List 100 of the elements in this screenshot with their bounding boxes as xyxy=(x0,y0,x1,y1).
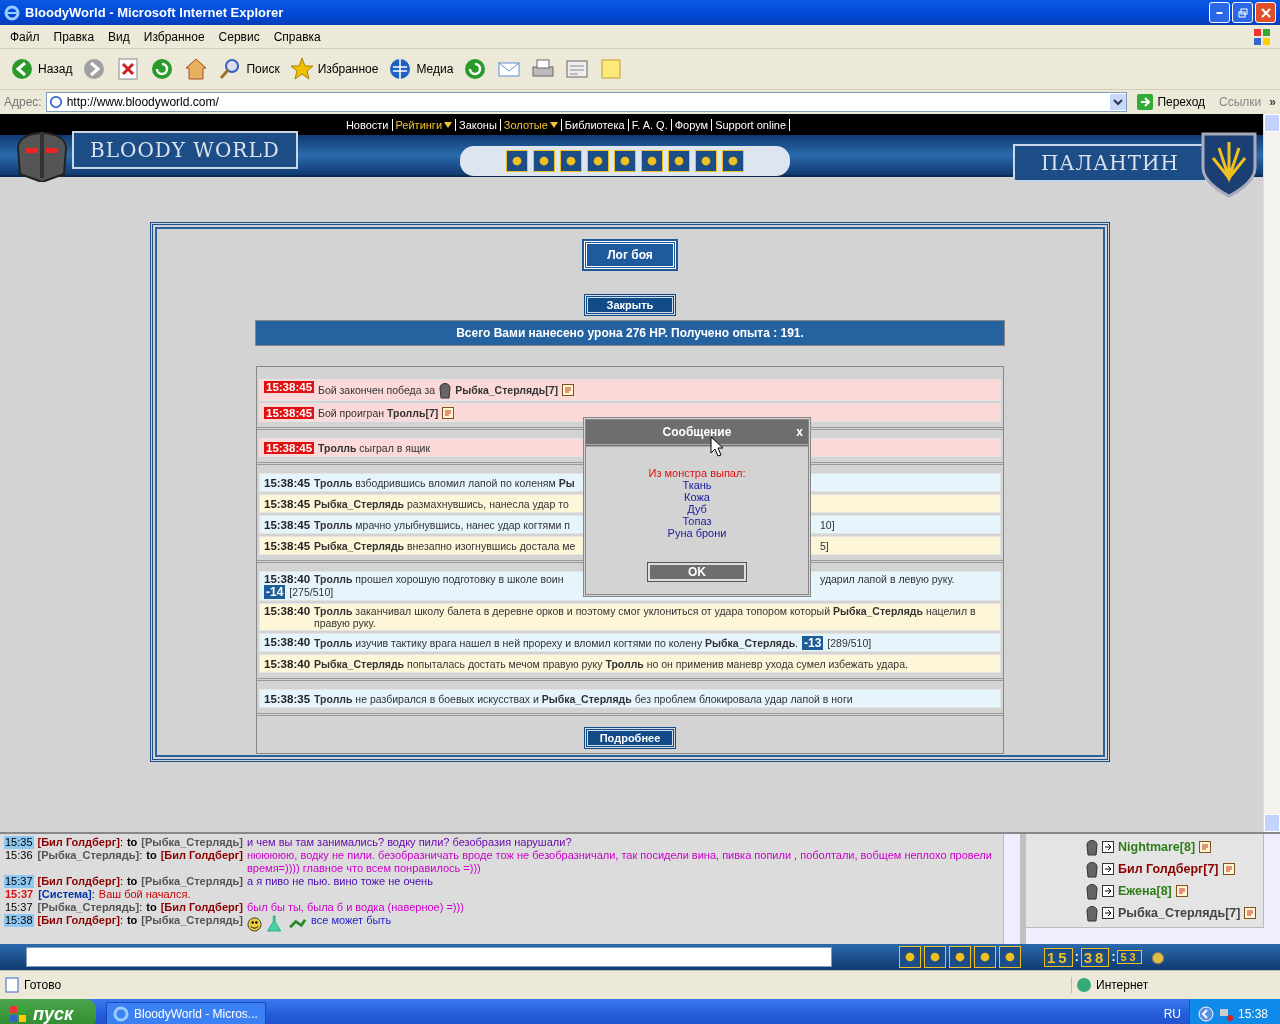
site-nav-link[interactable]: Законы xyxy=(456,118,501,131)
info-scroll-icon[interactable] xyxy=(1199,841,1212,853)
minimize-button[interactable] xyxy=(1209,2,1230,23)
loot-item: Топаз xyxy=(682,515,712,527)
chat-time: 15:37 xyxy=(4,875,34,888)
chat-recipient[interactable]: [Бил Голдберг] xyxy=(160,901,243,914)
online-scrollbar[interactable] xyxy=(1263,834,1280,944)
private-message-icon[interactable] xyxy=(1102,863,1114,875)
log-text: Тролль не разбирался в боевых искусствах и Рыбка_Стерлядь без проблем блокировала удар лапой в ноги xyxy=(314,692,853,705)
network-icon[interactable] xyxy=(1217,1006,1234,1022)
close-icon xyxy=(1260,7,1271,18)
chevron-icon[interactable] xyxy=(1197,1006,1214,1022)
helmet-avatar-icon xyxy=(439,381,452,399)
chat-time: 15:38 xyxy=(4,914,34,927)
site-nav-link[interactable]: Золотые xyxy=(500,118,562,131)
chat-sender[interactable]: [Бил Голдберг] xyxy=(37,836,120,849)
info-scroll-icon[interactable] xyxy=(442,406,455,419)
log-time: 15:38:45 xyxy=(264,406,315,419)
chat-text: а я пиво не пью. вино тоже не очень xyxy=(247,875,434,888)
chat-sender[interactable]: [Бил Голдберг] xyxy=(37,875,120,888)
site-nav-link[interactable]: Форум xyxy=(671,118,713,131)
online-user-name[interactable]: Ежена[8] xyxy=(1118,884,1172,898)
media-button[interactable]: Медиа xyxy=(384,52,458,86)
menu-item[interactable]: Файл xyxy=(3,29,47,44)
close-log-button[interactable]: Закрыть xyxy=(585,295,675,315)
search-button[interactable]: Поиск xyxy=(214,52,284,86)
private-message-icon[interactable] xyxy=(1102,841,1114,853)
back-button[interactable]: Назад xyxy=(6,52,77,86)
document-icon xyxy=(565,57,590,81)
right-arrow-icon xyxy=(1137,94,1154,110)
site-nav-link[interactable]: Рейтинги xyxy=(392,118,457,131)
chat-separator: : xyxy=(139,901,143,914)
site-nav-link[interactable]: Support online xyxy=(712,118,791,131)
chat-text: Ваш бой начался. xyxy=(98,888,192,901)
chat-recipient[interactable]: [Рыбка_Стерлядь] xyxy=(141,914,243,927)
favorites-button[interactable]: Избранное xyxy=(285,52,383,86)
chat-separator: : xyxy=(119,875,123,888)
address-field[interactable]: http://www.bloodyworld.com/ xyxy=(45,92,1128,112)
chat-recipient[interactable]: [Бил Голдберг] xyxy=(160,849,243,862)
private-message-icon[interactable] xyxy=(1102,907,1114,919)
private-message-icon[interactable] xyxy=(1102,885,1114,897)
log-time: 15:38:45 xyxy=(264,441,315,454)
log-text: Тролль прошел хорошую подготовку в школе воин xyxy=(314,573,564,585)
ok-button[interactable]: OK xyxy=(648,563,746,581)
clock-icon xyxy=(463,57,488,81)
dialog-close-button[interactable]: x xyxy=(796,425,803,439)
chat-text: и чем вы там занимались? водку пили? безобразия нарушали? xyxy=(247,836,573,849)
info-scroll-icon[interactable] xyxy=(562,384,575,396)
dropdown-icon xyxy=(1110,94,1127,110)
details-button[interactable]: Подробнее xyxy=(585,728,675,748)
online-user-name[interactable]: Рыбка_Стерлядь[7] xyxy=(1118,906,1241,920)
more-chevron[interactable]: » xyxy=(1269,95,1276,109)
chat-time: 15:36 xyxy=(4,849,34,862)
page-scrollbar[interactable] xyxy=(1263,114,1280,832)
info-scroll-icon[interactable] xyxy=(1175,885,1188,897)
menu-item[interactable]: Правка xyxy=(46,29,102,44)
start-button[interactable]: пуск xyxy=(0,999,96,1024)
log-time: 15:38:35 xyxy=(264,692,311,705)
chat-sender[interactable]: [Система] xyxy=(38,888,92,901)
menu-item[interactable]: Справка xyxy=(266,29,328,44)
maximize-button[interactable] xyxy=(1232,2,1253,23)
menu-item[interactable]: Сервис xyxy=(211,29,267,44)
address-label: Адрес: xyxy=(4,95,42,109)
browser-logo-icon xyxy=(4,4,20,21)
clock-digits: 53 xyxy=(1117,950,1142,964)
info-scroll-icon[interactable] xyxy=(1222,863,1235,875)
chat-to-label: to xyxy=(126,875,138,888)
language-indicator[interactable]: RU xyxy=(1163,1007,1181,1021)
chat-recipient[interactable]: [Рыбка_Стерлядь] xyxy=(141,836,243,849)
online-user-name[interactable]: Nightmare[8] xyxy=(1118,840,1196,854)
chat-separator: : xyxy=(91,888,95,901)
chat-recipient[interactable]: [Рыбка_Стерлядь] xyxy=(141,875,243,888)
refresh-icon xyxy=(150,57,175,81)
dropdown-triangle-icon xyxy=(444,120,453,129)
chat-time: 15:37 xyxy=(4,888,35,901)
online-horizontal-scrollbar[interactable] xyxy=(1026,927,1264,944)
log-text: Тролль мрачно улыбнувшись, нанес удар когтями п xyxy=(314,518,570,531)
close-button[interactable] xyxy=(1255,2,1276,23)
chat-scrollbar[interactable] xyxy=(1003,834,1020,944)
menu-item[interactable]: Избранное xyxy=(136,29,212,44)
menu-item[interactable]: Вид xyxy=(101,29,137,44)
dialog-title: Сообщение xyxy=(662,425,732,439)
go-button[interactable]: Переход xyxy=(1131,94,1212,110)
site-nav-link[interactable]: Новости xyxy=(342,118,393,131)
loot-item: Руна брони xyxy=(667,527,727,539)
log-text: Бой проигран Тролль[7] xyxy=(318,406,439,419)
globe-icon xyxy=(388,57,413,81)
chat-sender[interactable]: [Бил Голдберг] xyxy=(37,914,120,927)
site-nav-link[interactable]: F. A. Q. xyxy=(628,118,672,131)
site-nav-link[interactable]: Библиотека xyxy=(561,118,629,131)
info-scroll-icon[interactable] xyxy=(1244,907,1257,919)
loot-item: Кожа xyxy=(684,491,710,503)
taskbar-window-button[interactable]: BloodyWorld - Micros... xyxy=(106,1002,266,1024)
chat-text: все может быть xyxy=(311,914,393,927)
log-text: Рыбка_Стерлядь попыталась достать мечом правую руку Тролль но он применив маневр ухода сумел избежать удара. xyxy=(314,657,908,670)
damage-badge: -14 xyxy=(264,585,286,599)
page-icon xyxy=(48,95,63,109)
logo-text: ПАЛАНТИН xyxy=(1040,151,1179,175)
chat-input-field[interactable] xyxy=(26,947,832,967)
online-user-name[interactable]: Бил Голдберг[7] xyxy=(1118,862,1219,876)
